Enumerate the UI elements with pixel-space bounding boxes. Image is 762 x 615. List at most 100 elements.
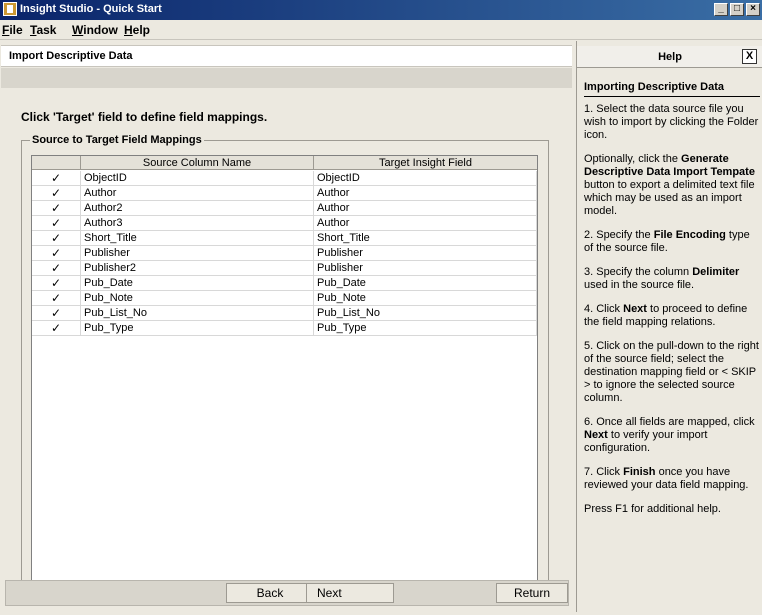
- mappings-group: Source to Target Field Mappings Source C…: [21, 134, 549, 593]
- target-field-cell[interactable]: Pub_Date: [314, 276, 537, 291]
- table-row[interactable]: ✓ Short_Title Short_Title: [32, 231, 537, 246]
- panel-title: Import Descriptive Data: [9, 50, 133, 62]
- help-paragraph: 3. Specify the column Delimiter used in …: [584, 266, 760, 292]
- help-header-title: Help: [658, 51, 682, 63]
- target-field-cell[interactable]: Author: [314, 186, 537, 201]
- help-panel: Help X Importing Descriptive Data 1. Sel…: [576, 41, 762, 612]
- help-text: 1. Select the data source file you wish …: [584, 103, 759, 141]
- row-check-icon: ✓: [32, 171, 81, 186]
- source-column-cell: Pub_Type: [81, 321, 314, 336]
- row-check-icon: ✓: [32, 321, 81, 336]
- maximize-icon[interactable]: □: [730, 3, 744, 16]
- panel-subbar: [1, 68, 572, 88]
- help-paragraph: 5. Click on the pull-down to the right o…: [584, 340, 760, 405]
- source-column-cell: ObjectID: [81, 171, 314, 186]
- help-close-icon[interactable]: X: [742, 49, 757, 64]
- menu-task[interactable]: Task: [30, 23, 56, 37]
- help-topic-title: Importing Descriptive Data: [584, 81, 760, 97]
- table-row[interactable]: ✓ Pub_List_No Pub_List_No: [32, 306, 537, 321]
- menu-window[interactable]: Window: [72, 23, 118, 37]
- row-check-icon: ✓: [32, 231, 81, 246]
- target-field-cell[interactable]: Author: [314, 216, 537, 231]
- column-header-target[interactable]: Target Insight Field: [314, 156, 537, 170]
- column-header-check[interactable]: [32, 156, 81, 170]
- target-field-cell[interactable]: Pub_Type: [314, 321, 537, 336]
- help-emphasis: Delimiter: [692, 266, 740, 278]
- table-row[interactable]: ✓ Pub_Date Pub_Date: [32, 276, 537, 291]
- help-emphasis: Next: [623, 303, 647, 315]
- column-header-source[interactable]: Source Column Name: [81, 156, 314, 170]
- target-field-cell[interactable]: Short_Title: [314, 231, 537, 246]
- minimize-icon[interactable]: _: [714, 3, 728, 16]
- target-field-cell[interactable]: Pub_List_No: [314, 306, 537, 321]
- mappings-table: Source Column Name Target Insight Field …: [31, 155, 538, 585]
- panel-header: Import Descriptive Data: [1, 45, 572, 67]
- help-text: Optionally, click the: [584, 153, 682, 165]
- help-paragraph: 6. Once all fields are mapped, click Nex…: [584, 416, 760, 455]
- source-column-cell: Short_Title: [81, 231, 314, 246]
- source-column-cell: Author: [81, 186, 314, 201]
- back-button[interactable]: Back: [226, 583, 314, 603]
- help-text: used in the source file.: [584, 279, 695, 291]
- window-title: Insight Studio - Quick Start: [20, 3, 162, 15]
- row-check-icon: ✓: [32, 246, 81, 261]
- help-paragraph: 7. Click Finish once you have reviewed y…: [584, 466, 760, 492]
- help-paragraph: 2. Specify the File Encoding type of the…: [584, 229, 760, 255]
- help-paragraphs: 1. Select the data source file you wish …: [584, 103, 760, 516]
- row-check-icon: ✓: [32, 261, 81, 276]
- help-header: Help X: [577, 46, 762, 68]
- help-text: 5. Click on the pull-down to the right o…: [584, 340, 759, 404]
- target-field-cell[interactable]: Author: [314, 201, 537, 216]
- table-row[interactable]: ✓ Publisher Publisher: [32, 246, 537, 261]
- row-check-icon: ✓: [32, 276, 81, 291]
- return-button[interactable]: Return: [496, 583, 568, 603]
- help-paragraph: Optionally, click the Generate Descripti…: [584, 153, 760, 218]
- target-field-cell[interactable]: ObjectID: [314, 171, 537, 186]
- next-button[interactable]: Next: [306, 583, 394, 603]
- target-field-cell[interactable]: Pub_Note: [314, 291, 537, 306]
- table-row[interactable]: ✓ Pub_Note Pub_Note: [32, 291, 537, 306]
- menu-file[interactable]: File: [2, 23, 23, 37]
- table-row[interactable]: ✓ Publisher2 Publisher: [32, 261, 537, 276]
- table-row[interactable]: ✓ ObjectID ObjectID: [32, 171, 537, 186]
- target-field-cell[interactable]: Publisher: [314, 261, 537, 276]
- table-row[interactable]: ✓ Author Author: [32, 186, 537, 201]
- help-text: 2. Specify the: [584, 229, 654, 241]
- help-text: Press F1 for additional help.: [584, 503, 721, 515]
- button-bar: Back Next Return: [5, 580, 569, 606]
- target-field-cell[interactable]: Publisher: [314, 246, 537, 261]
- help-paragraph: Press F1 for additional help.: [584, 503, 760, 516]
- title-bar: Insight Studio - Quick Start _ □ ×: [0, 0, 762, 20]
- row-check-icon: ✓: [32, 186, 81, 201]
- help-text: 4. Click: [584, 303, 624, 315]
- source-column-cell: Author3: [81, 216, 314, 231]
- table-row[interactable]: ✓ Author3 Author: [32, 216, 537, 231]
- instruction-text: Click 'Target' field to define field map…: [21, 110, 268, 124]
- table-row[interactable]: ✓ Author2 Author: [32, 201, 537, 216]
- table-header: Source Column Name Target Insight Field: [32, 156, 537, 170]
- help-text: 3. Specify the column: [584, 266, 693, 278]
- help-paragraph: 4. Click Next to proceed to define the f…: [584, 303, 760, 329]
- source-column-cell: Pub_Note: [81, 291, 314, 306]
- source-column-cell: Pub_List_No: [81, 306, 314, 321]
- help-content: Importing Descriptive Data 1. Select the…: [584, 81, 760, 527]
- menu-help[interactable]: Help: [124, 23, 150, 37]
- source-column-cell: Pub_Date: [81, 276, 314, 291]
- row-check-icon: ✓: [32, 201, 81, 216]
- source-column-cell: Publisher2: [81, 261, 314, 276]
- help-emphasis: Next: [584, 429, 608, 441]
- close-icon[interactable]: ×: [746, 3, 760, 16]
- help-paragraph: 1. Select the data source file you wish …: [584, 103, 760, 142]
- help-text: 7. Click: [584, 466, 624, 478]
- help-emphasis: File Encoding: [653, 229, 726, 241]
- row-check-icon: ✓: [32, 291, 81, 306]
- import-panel: Import Descriptive Data Click 'Target' f…: [1, 41, 572, 612]
- help-emphasis: Finish: [623, 466, 656, 478]
- source-column-cell: Publisher: [81, 246, 314, 261]
- app-icon: [3, 2, 17, 16]
- help-text: 6. Once all fields are mapped, click: [584, 416, 755, 428]
- row-check-icon: ✓: [32, 306, 81, 321]
- menu-bar: File Task Window Help: [0, 20, 762, 40]
- table-row[interactable]: ✓ Pub_Type Pub_Type: [32, 321, 537, 336]
- row-check-icon: ✓: [32, 216, 81, 231]
